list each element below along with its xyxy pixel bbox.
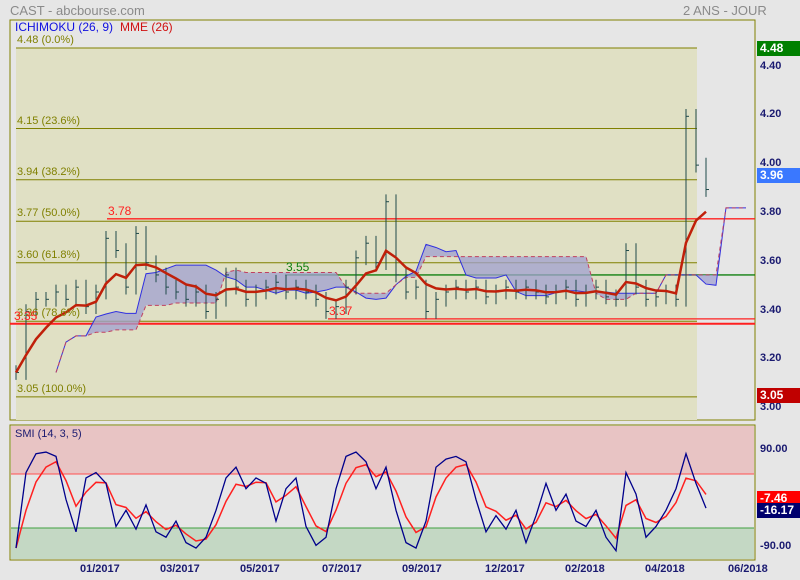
ichimoku-cloud (556, 256, 566, 293)
x-tick-label: 12/2017 (485, 563, 525, 575)
ichimoku-cloud (196, 265, 206, 303)
smi-tick-label: 90.00 (760, 443, 788, 455)
x-tick-label: 05/2017 (240, 563, 280, 575)
chart-canvas (9, 19, 756, 561)
y-tick-label: 3.60 (760, 254, 782, 267)
fib-label: 3.05 (100.0%) (17, 382, 87, 395)
ichimoku-cloud (546, 256, 556, 296)
ichimoku-cloud (126, 313, 136, 330)
level-label: 3.55 (286, 259, 310, 274)
ichimoku-cloud (246, 272, 256, 288)
ichimoku-cloud (116, 311, 126, 330)
overbought-zone (11, 426, 754, 474)
level-label: 3.78 (108, 203, 132, 218)
y-tick-label: 4.40 (760, 59, 782, 72)
level-label: 3.37 (329, 303, 353, 318)
chart-title: CAST - abcbourse.com (10, 3, 145, 18)
x-tick-label: 03/2017 (160, 563, 200, 575)
fib-zone (16, 48, 697, 420)
chart-window: CAST - abcbourse.com 2 ANS - JOUR ICHIMO… (0, 0, 800, 580)
fib-label: 3.77 (50.0%) (17, 207, 80, 220)
fib-label: 4.48 (0.0%) (17, 34, 74, 46)
ichimoku-legend: ICHIMOKU (26, 9) (15, 20, 114, 34)
ichimoku-cloud (166, 265, 176, 306)
period-label[interactable]: 2 ANS - JOUR (683, 3, 767, 18)
smi-tick-label: -90.00 (760, 540, 792, 553)
fib-label: 3.94 (38.2%) (17, 165, 80, 178)
last-price-badge: 3.96 (757, 168, 800, 183)
x-tick-label: 01/2017 (80, 563, 120, 575)
ichimoku-cloud (156, 268, 166, 306)
ichimoku-cloud (146, 272, 156, 306)
high-price-badge: 4.48 (757, 41, 800, 56)
ichimoku-cloud (496, 256, 506, 278)
smi-legend: SMI (14, 3, 5) (15, 428, 82, 440)
x-tick-label: 09/2017 (402, 563, 442, 575)
y-tick-label: 3.80 (760, 205, 782, 218)
smi-value-badge: -16.17 (757, 503, 800, 518)
ichimoku-cloud (576, 256, 586, 292)
y-tick-label: 4.20 (760, 108, 782, 121)
x-tick-label: 07/2017 (322, 563, 362, 575)
ichimoku-cloud (476, 256, 486, 278)
x-tick-label: 02/2018 (565, 563, 605, 575)
x-tick-label: 04/2018 (645, 563, 685, 575)
ichimoku-cloud (486, 256, 496, 278)
mme-legend: MME (26) (120, 20, 173, 34)
fib-label: 4.15 (23.6%) (17, 114, 80, 127)
ichimoku-cloud (206, 265, 216, 303)
level-label: 3.35 (14, 308, 38, 323)
ichimoku-cloud (566, 256, 576, 291)
ichimoku-cloud (106, 311, 116, 333)
fib-label: 3.60 (61.8%) (17, 248, 80, 261)
ichimoku-cloud (316, 272, 326, 292)
ichimoku-cloud (706, 274, 716, 286)
x-tick-label: 06/2018 (728, 563, 768, 575)
y-tick-label: 3.20 (760, 352, 782, 365)
low-price-badge: 3.05 (757, 388, 800, 403)
ichimoku-cloud (466, 256, 476, 278)
y-tick-label: 3.40 (760, 303, 782, 316)
oversold-zone (11, 528, 754, 559)
